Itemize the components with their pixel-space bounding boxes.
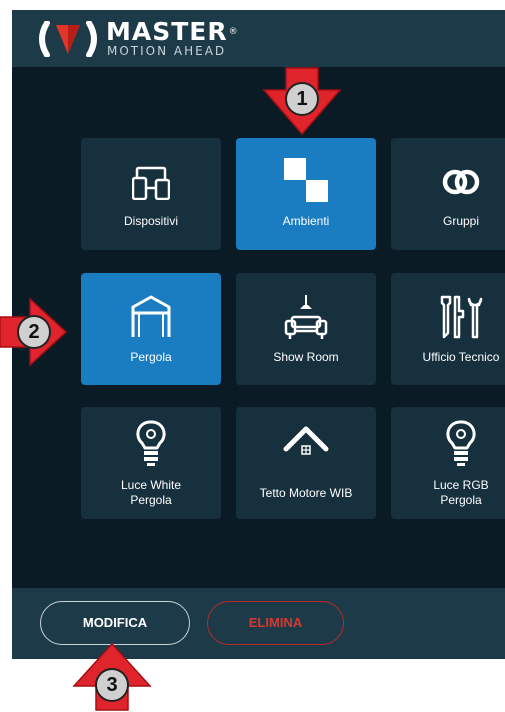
- tile-show-room[interactable]: Show Room: [236, 273, 376, 385]
- brand-name: MASTER®: [106, 17, 239, 46]
- tile-label: Pergola: [130, 350, 172, 364]
- tile-label: Tetto Motore WIB: [259, 486, 353, 500]
- tile-label: Dispositivi: [123, 214, 178, 228]
- tile-label: Luce RGB Pergola: [433, 478, 489, 507]
- callout-number: 3: [95, 668, 129, 702]
- rooms-icon: [284, 158, 328, 202]
- callout-marker-3: 3: [72, 642, 152, 712]
- tile-tetto-motore-wib[interactable]: Tetto Motore WIB: [236, 407, 376, 519]
- tile-luce-white-pergola[interactable]: Luce White Pergola: [81, 407, 221, 519]
- tile-label: Show Room: [273, 350, 339, 364]
- tile-label: Luce White Pergola: [120, 478, 182, 507]
- tile-label: Ambienti: [282, 214, 330, 228]
- callout-marker-1: 1: [262, 66, 342, 136]
- app-header: MASTER® MOTION AHEAD: [12, 10, 505, 67]
- callout-number: 2: [17, 315, 51, 349]
- tile-ambienti[interactable]: Ambienti: [236, 138, 376, 250]
- bulb-icon: [446, 420, 476, 466]
- callout-marker-2: 2: [0, 297, 68, 367]
- tile-label: Ufficio Tecnico: [422, 350, 500, 364]
- callout-number: 1: [285, 82, 319, 116]
- brand-tagline: MOTION AHEAD: [107, 44, 227, 58]
- groups-icon: [442, 169, 480, 195]
- tile-luce-rgb-pergola[interactable]: Luce RGB Pergola: [391, 407, 505, 519]
- devices-icon: [132, 166, 170, 200]
- app-screen: MASTER® MOTION AHEAD Dispositivi Ambient…: [12, 10, 505, 659]
- tile-gruppi[interactable]: Gruppi: [391, 138, 505, 250]
- edit-button[interactable]: MODIFICA: [40, 601, 190, 645]
- tile-dispositivi[interactable]: Dispositivi: [81, 138, 221, 250]
- roof-icon: [283, 426, 329, 455]
- tile-label: Gruppi: [442, 214, 480, 228]
- tile-pergola[interactable]: Pergola: [81, 273, 221, 385]
- tile-ufficio-tecnico[interactable]: Ufficio Tecnico: [391, 273, 505, 385]
- tools-icon: [440, 295, 483, 339]
- pergola-icon: [131, 295, 171, 337]
- master-logo-icon: [39, 21, 97, 57]
- sofa-lamp-icon: [284, 295, 328, 339]
- delete-button[interactable]: ELIMINA: [207, 601, 344, 645]
- bulb-icon: [136, 420, 166, 466]
